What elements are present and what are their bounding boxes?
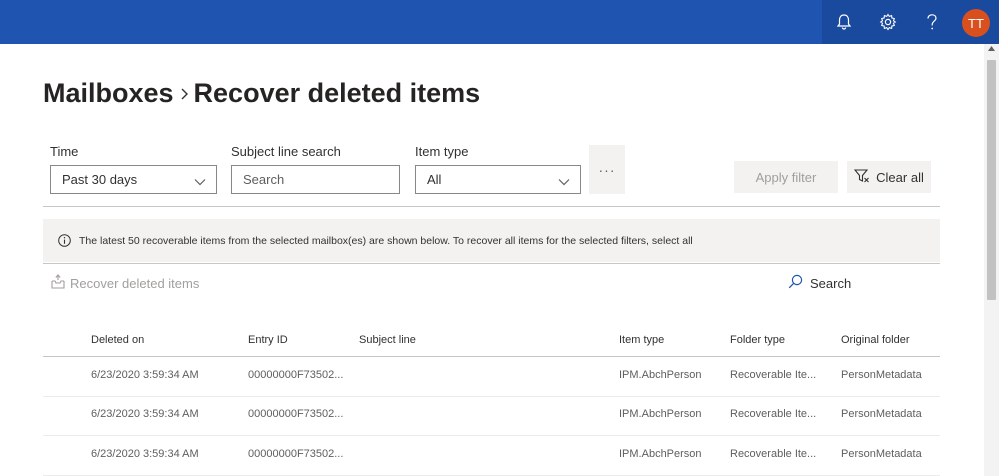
table-search-label: Search — [810, 275, 852, 291]
table-row[interactable]: 6/23/2020 3:59:34 AM 00000000F73502... I… — [43, 436, 940, 476]
cell-original-folder: PersonMetadata — [841, 408, 922, 420]
column-header-deleted-on[interactable]: Deleted on — [91, 334, 144, 346]
chevron-down-icon — [194, 174, 206, 189]
subject-search-placeholder: Search — [243, 172, 285, 187]
gear-icon[interactable] — [877, 11, 899, 33]
cell-folder-type: Recoverable Ite... — [730, 408, 817, 420]
cell-folder-type: Recoverable Ite... — [730, 448, 817, 460]
bell-icon[interactable] — [833, 11, 855, 33]
cell-deleted-on: 6/23/2020 3:59:34 AM — [91, 369, 199, 381]
subject-search-label: Subject line search — [231, 144, 341, 159]
column-header-original-folder[interactable]: Original folder — [841, 334, 909, 346]
cell-original-folder: PersonMetadata — [841, 369, 922, 381]
column-header-item-type[interactable]: Item type — [619, 334, 664, 346]
clear-all-label: Clear all — [876, 169, 924, 185]
recover-icon — [51, 274, 65, 292]
top-bar: TT — [0, 0, 999, 44]
info-message-bar: The latest 50 recoverable items from the… — [43, 219, 940, 262]
apply-filter-button[interactable]: Apply filter — [734, 161, 838, 193]
cell-item-type: IPM.AbchPerson — [619, 408, 702, 420]
table-row[interactable]: 6/23/2020 3:59:34 AM 00000000F73502... I… — [43, 357, 940, 397]
page-title: Recover deleted items — [193, 78, 481, 108]
cell-item-type: IPM.AbchPerson — [619, 369, 702, 381]
filter-divider — [43, 206, 940, 207]
cell-item-type: IPM.AbchPerson — [619, 448, 702, 460]
info-divider — [43, 263, 940, 264]
cell-entry-id: 00000000F73502... — [248, 448, 344, 460]
time-dropdown-value: Past 30 days — [62, 172, 138, 187]
help-icon[interactable] — [921, 11, 943, 33]
column-header-folder-type[interactable]: Folder type — [730, 334, 785, 346]
avatar[interactable]: TT — [962, 9, 990, 37]
item-type-label: Item type — [415, 144, 469, 159]
recover-deleted-items-button[interactable]: Recover deleted items — [51, 274, 199, 292]
cell-folder-type: Recoverable Ite... — [730, 369, 817, 381]
item-type-dropdown[interactable]: All — [415, 165, 581, 194]
page-scrollbar[interactable] — [984, 44, 999, 476]
cell-deleted-on: 6/23/2020 3:59:34 AM — [91, 408, 199, 420]
item-type-dropdown-value: All — [427, 172, 442, 187]
info-message-text: The latest 50 recoverable items from the… — [79, 234, 693, 247]
column-header-entry-id[interactable]: Entry ID — [248, 334, 288, 346]
scrollbar-thumb[interactable] — [987, 60, 996, 300]
breadcrumb: Mailboxes Recover deleted items — [43, 78, 480, 109]
column-header-subject-line[interactable]: Subject line — [359, 334, 416, 346]
recover-deleted-items-label: Recover deleted items — [70, 275, 200, 291]
info-icon — [58, 234, 71, 247]
time-filter-label: Time — [50, 144, 79, 159]
clear-filter-icon — [853, 168, 870, 186]
clear-all-button[interactable]: Clear all — [847, 161, 931, 193]
table-search-button[interactable]: Search — [788, 274, 851, 292]
cell-deleted-on: 6/23/2020 3:59:34 AM — [91, 448, 199, 460]
cell-entry-id: 00000000F73502... — [248, 369, 344, 381]
time-dropdown[interactable]: Past 30 days — [50, 165, 217, 194]
chevron-down-icon — [558, 174, 570, 189]
table-row[interactable]: 6/23/2020 3:59:34 AM 00000000F73502... I… — [43, 396, 940, 436]
more-filters-button[interactable]: ··· — [589, 145, 625, 194]
breadcrumb-parent[interactable]: Mailboxes — [43, 78, 174, 109]
cell-original-folder: PersonMetadata — [841, 448, 922, 460]
chevron-right-icon — [180, 87, 189, 101]
cell-entry-id: 00000000F73502... — [248, 408, 344, 420]
scroll-up-arrow-icon[interactable] — [984, 46, 999, 56]
search-icon — [788, 274, 803, 292]
subject-search-input[interactable]: Search — [231, 165, 400, 194]
